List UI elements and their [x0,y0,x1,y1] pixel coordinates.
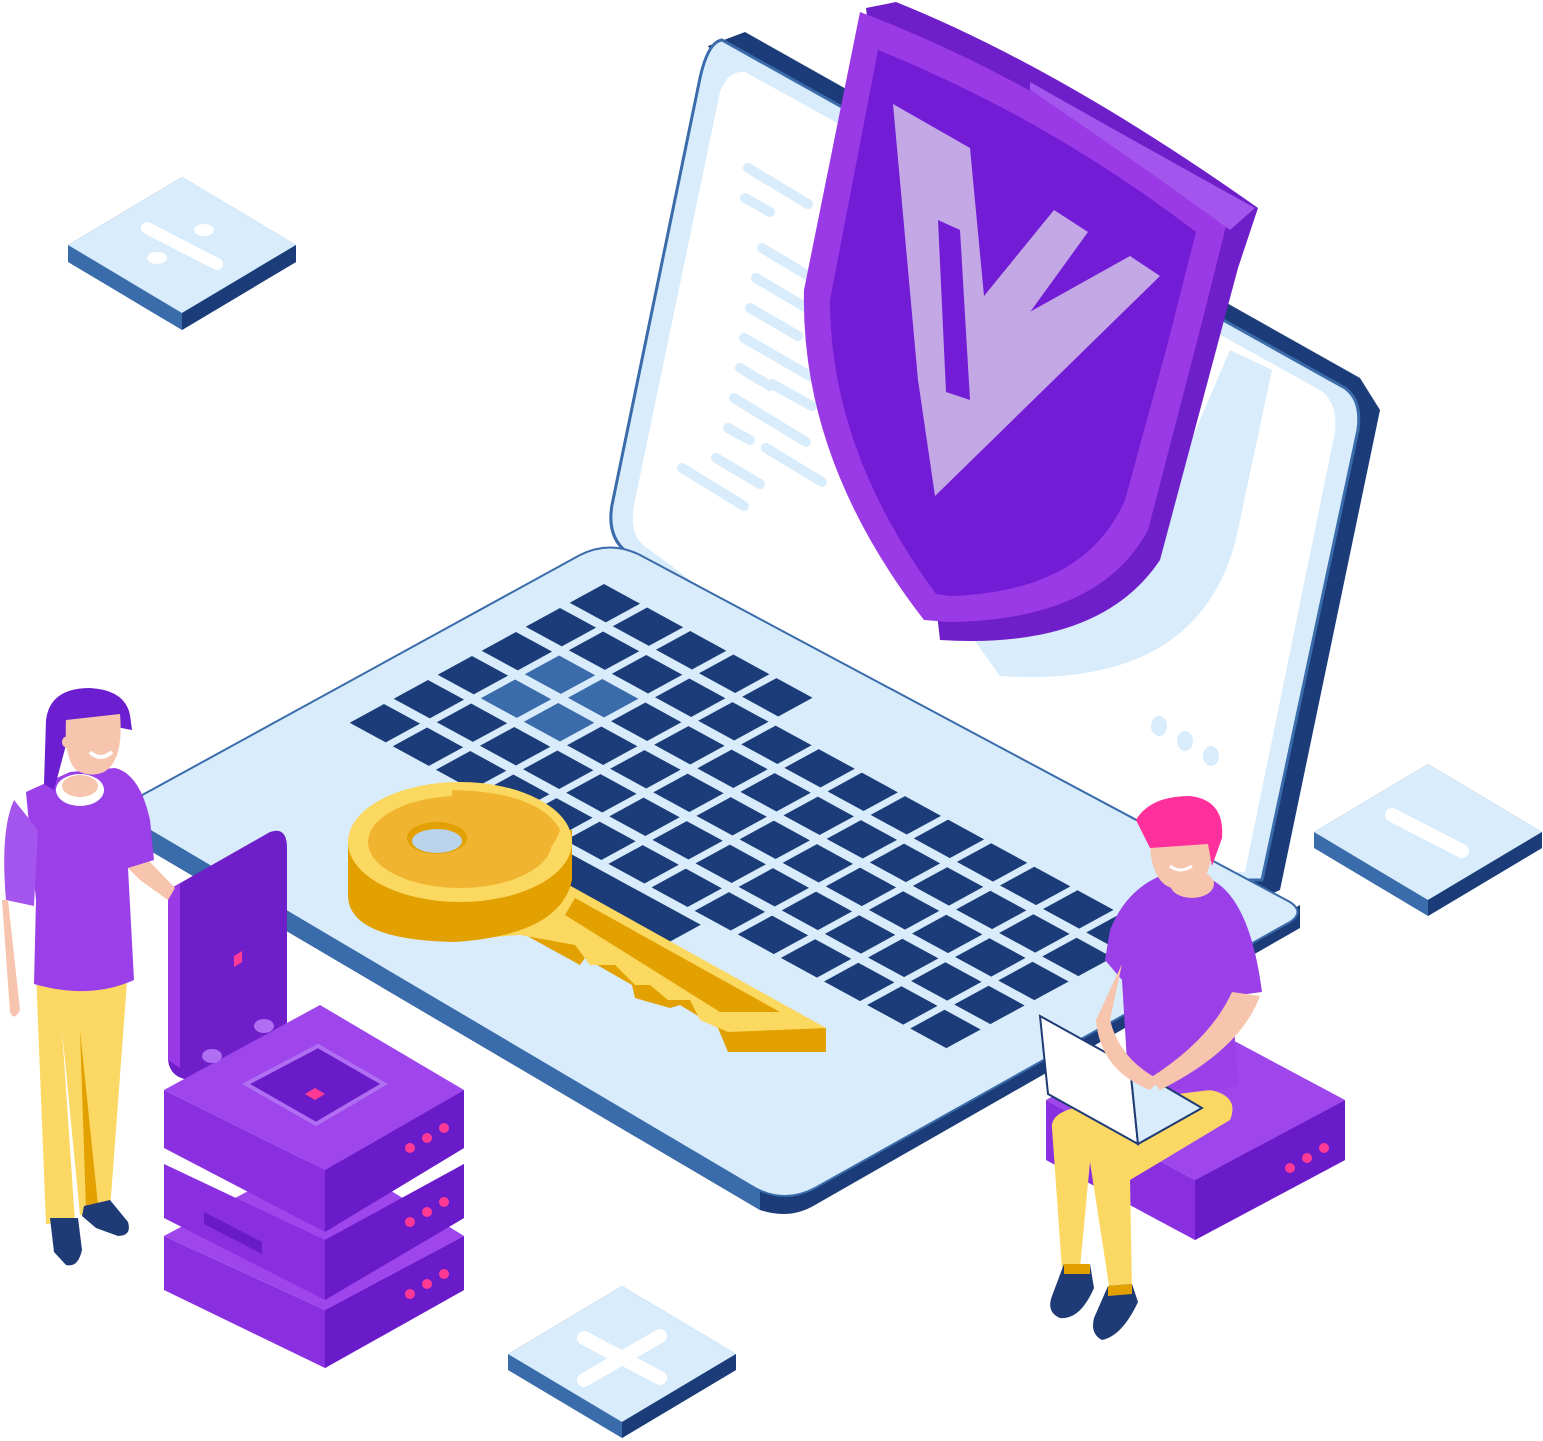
minus-tile [1314,764,1542,916]
standing-woman [2,688,175,1266]
plus-tile [508,1286,736,1438]
divide-tile [68,177,296,330]
security-illustration [2,2,1542,1438]
